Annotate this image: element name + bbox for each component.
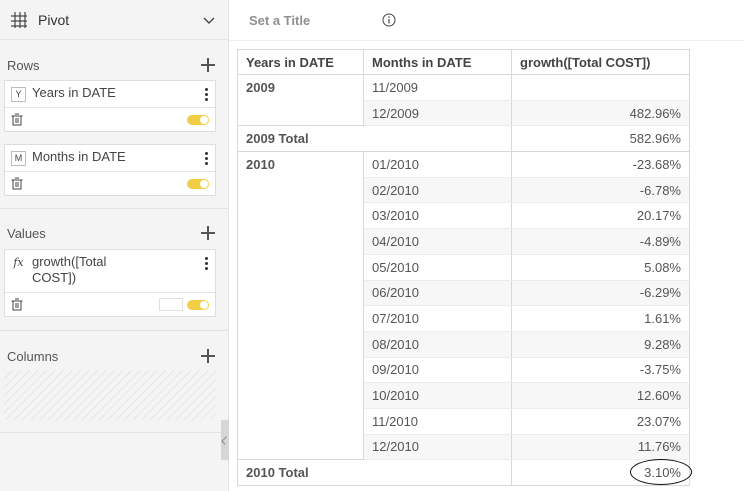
values-section-label: Values: [7, 225, 46, 241]
table-row: 2010 01/2010 -23.68%: [237, 151, 690, 460]
month-cell: 11/2010: [363, 408, 512, 435]
field-enabled-toggle[interactable]: [187, 178, 209, 189]
row-field-label: Years in DATE: [32, 85, 116, 100]
columns-section: Columns: [0, 345, 229, 367]
formula-icon: fx: [13, 256, 24, 269]
total-label-cell: 2009 Total: [237, 125, 512, 153]
more-options-icon[interactable]: [203, 149, 209, 165]
rows-section: Rows: [0, 54, 229, 76]
field-enabled-toggle[interactable]: [187, 299, 209, 310]
growth-value-cell: 482.96%: [511, 100, 690, 127]
month-cell: 12/2009: [363, 100, 512, 127]
chart-canvas: Set a Title Years in DATE Months in DATE…: [229, 0, 744, 491]
rows-section-label: Rows: [7, 57, 40, 73]
table-row: 2009 11/2009: [237, 74, 690, 126]
growth-value-cell: -6.29%: [511, 280, 690, 307]
pivot-grid-icon: [11, 11, 27, 28]
add-value-field-button[interactable]: [201, 226, 215, 240]
month-cell: 09/2010: [363, 357, 512, 384]
trash-icon[interactable]: [11, 298, 23, 311]
column-header-months[interactable]: Months in DATE: [363, 49, 512, 75]
circled-total-value: 3.10%: [630, 459, 692, 486]
growth-value-cell: -6.78%: [511, 177, 690, 204]
month-cell: 08/2010: [363, 331, 512, 358]
values-section: Values: [0, 222, 229, 244]
chart-type-selector[interactable]: Pivot: [0, 0, 228, 40]
growth-value-cell: 5.08%: [511, 254, 690, 281]
columns-section-label: Columns: [7, 348, 59, 364]
row-field-months[interactable]: M Months in DATE: [4, 144, 216, 196]
value-field-label-line2: COST]): [32, 270, 77, 285]
title-divider: [229, 40, 744, 41]
section-divider: [0, 330, 229, 331]
month-badge-icon: M: [11, 151, 26, 166]
month-cell: 01/2010: [363, 151, 512, 178]
growth-value-cell: 11.76%: [511, 434, 690, 461]
add-row-field-button[interactable]: [201, 58, 215, 72]
year-cell: 2010: [237, 151, 364, 460]
value-field-growth[interactable]: fx growth([Total COST]): [4, 249, 216, 317]
growth-value-cell: -3.75%: [511, 357, 690, 384]
row-field-label: Months in DATE: [32, 149, 126, 164]
trash-icon[interactable]: [11, 113, 23, 126]
total-value-cell: 3.10%: [511, 459, 692, 486]
chart-type-label: Pivot: [38, 11, 70, 28]
total-value-cell: 582.96%: [511, 125, 690, 153]
color-picker-swatch[interactable]: [159, 298, 183, 311]
growth-value-cell: 23.07%: [511, 408, 690, 435]
value-field-label: growth([Total COST]): [32, 254, 203, 286]
section-divider: [0, 208, 229, 209]
total-row: 2009 Total 582.96%: [237, 125, 690, 153]
add-column-field-button[interactable]: [201, 349, 215, 363]
column-header-growth[interactable]: growth([Total COST]): [511, 49, 690, 75]
column-header-years[interactable]: Years in DATE: [237, 49, 364, 75]
section-divider: [0, 432, 229, 433]
row-field-years[interactable]: Y Years in DATE: [4, 80, 216, 132]
year-cell: 2009: [237, 74, 364, 126]
total-row: 2010 Total 3.10%: [237, 459, 692, 486]
month-cell: 10/2010: [363, 382, 512, 409]
columns-drop-zone[interactable]: [4, 370, 216, 420]
more-options-icon[interactable]: [203, 85, 209, 101]
growth-value-cell: -23.68%: [511, 151, 690, 178]
month-cell: 06/2010: [363, 280, 512, 307]
month-cell: 07/2010: [363, 305, 512, 332]
growth-value-cell: 9.28%: [511, 331, 690, 358]
pivot-table: Years in DATE Months in DATE growth([Tot…: [237, 49, 692, 486]
total-label-cell: 2010 Total: [237, 459, 512, 486]
more-options-icon[interactable]: [203, 254, 209, 270]
info-icon[interactable]: [382, 13, 396, 27]
month-cell: 04/2010: [363, 228, 512, 255]
growth-value-cell: -4.89%: [511, 228, 690, 255]
month-cell: 05/2010: [363, 254, 512, 281]
month-cell: 02/2010: [363, 177, 512, 204]
year-badge-icon: Y: [11, 87, 26, 102]
panel-collapse-handle[interactable]: [221, 420, 229, 460]
chevron-down-icon[interactable]: [202, 13, 216, 27]
pivot-config-panel: Pivot Rows Y Years in DATE M Months in D…: [0, 0, 229, 491]
growth-value-cell: [511, 74, 690, 101]
trash-icon[interactable]: [11, 177, 23, 190]
month-cell: 11/2009: [363, 74, 512, 101]
growth-value-cell: 12.60%: [511, 382, 690, 409]
month-cell: 03/2010: [363, 202, 512, 230]
field-enabled-toggle[interactable]: [187, 114, 209, 125]
growth-value-cell: 1.61%: [511, 305, 690, 332]
growth-value-cell: 20.17%: [511, 202, 690, 230]
value-field-label-line1: growth([Total: [32, 254, 107, 269]
month-cell: 12/2010: [363, 434, 512, 461]
chart-title-input[interactable]: Set a Title: [249, 13, 310, 28]
